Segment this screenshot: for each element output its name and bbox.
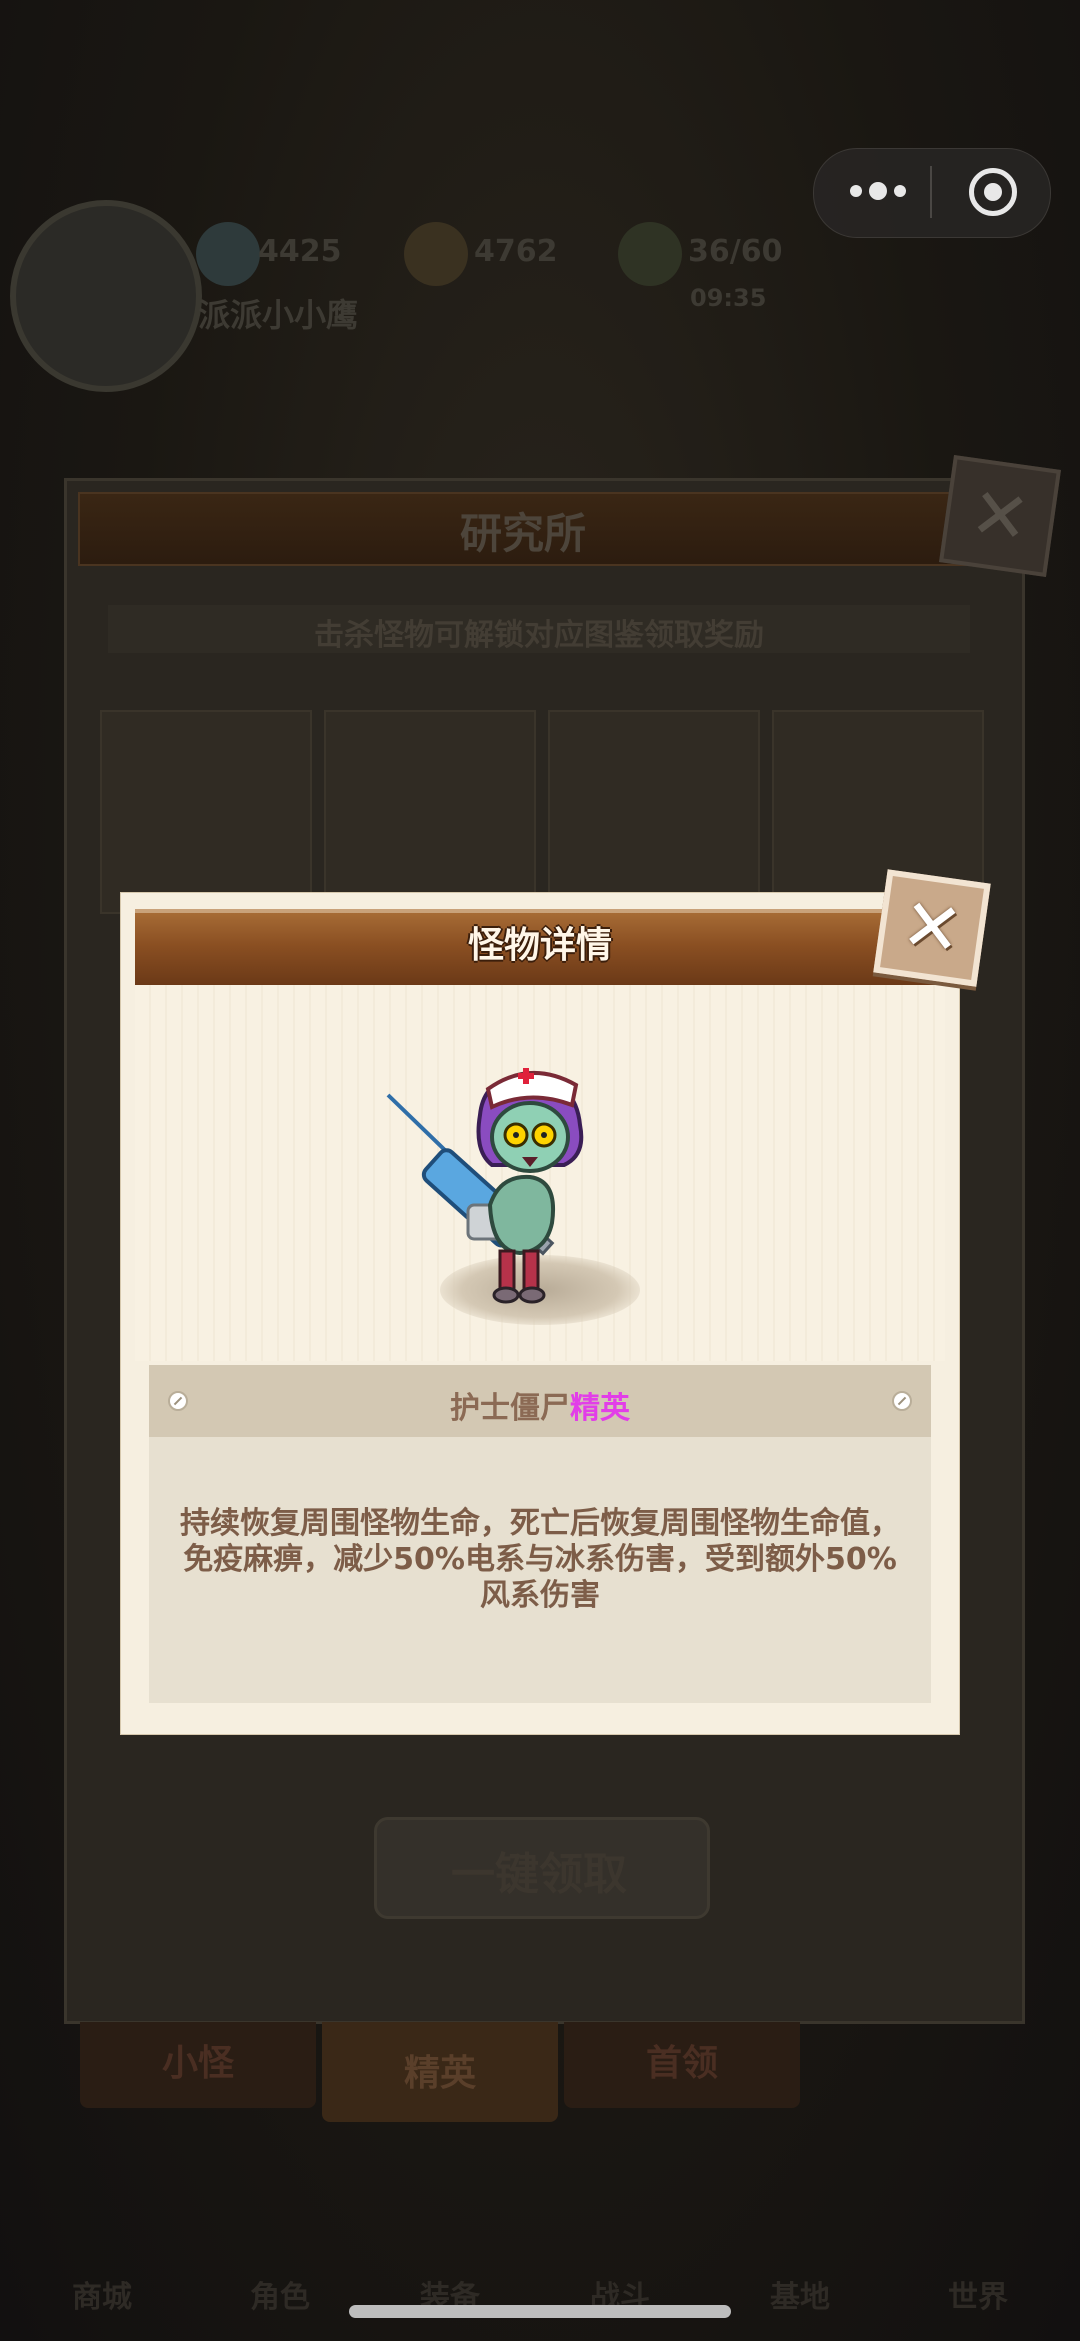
lab-title: 研究所 [459, 509, 586, 558]
monster-card[interactable] [324, 710, 536, 914]
close-miniprogram-icon[interactable] [969, 168, 1017, 216]
avatar[interactable] [10, 200, 202, 392]
claim-all-label: 一键领取 [451, 1849, 627, 1900]
capsule-divider [930, 166, 932, 218]
nav-shop[interactable]: 商城 [42, 2272, 162, 2316]
tab-boss-label: 首领 [645, 2043, 718, 2084]
lab-close-button[interactable]: ✕ [939, 455, 1061, 577]
close-icon: ✕ [896, 881, 968, 973]
gem-count: 4425 [258, 234, 342, 269]
coin-count: 4762 [474, 234, 558, 269]
modal-title: 怪物详情 [467, 925, 612, 966]
close-icon: ✕ [965, 471, 1035, 561]
nav-world[interactable]: 世界 [918, 2272, 1038, 2316]
coin-icon [404, 222, 468, 286]
tab-minion-label: 小怪 [161, 2043, 234, 2084]
monster-name-line: 护士僵尸精英 [149, 1383, 931, 1427]
energy-icon [618, 222, 682, 286]
nurse-zombie-portrait [386, 1068, 584, 1304]
monster-rank: 精英 [570, 1391, 630, 1426]
lab-hint: 击杀怪物可解锁对应图鉴领取奖励 [314, 618, 764, 653]
monster-card[interactable] [548, 710, 760, 914]
home-indicator[interactable] [349, 2305, 731, 2318]
gem-icon [196, 222, 260, 286]
monster-name: 护士僵尸 [450, 1391, 570, 1426]
monster-description: 持续恢复周围怪物生命，死亡后恢复周围怪物生命值，免疫麻痹，减少50%电系与冰系伤… [180, 1506, 900, 1613]
nav-base[interactable]: 基地 [740, 2272, 860, 2316]
energy-count: 36/60 [688, 234, 783, 269]
modal-close-button[interactable]: ✕ [873, 869, 991, 987]
monster-card[interactable] [100, 710, 312, 914]
nav-character[interactable]: 角色 [220, 2272, 340, 2316]
player-name: 派派小小鹰 [198, 296, 359, 334]
tab-elite-label: 精英 [403, 2053, 476, 2094]
more-menu-icon[interactable] [846, 176, 910, 206]
energy-timer: 09:35 [690, 284, 767, 312]
